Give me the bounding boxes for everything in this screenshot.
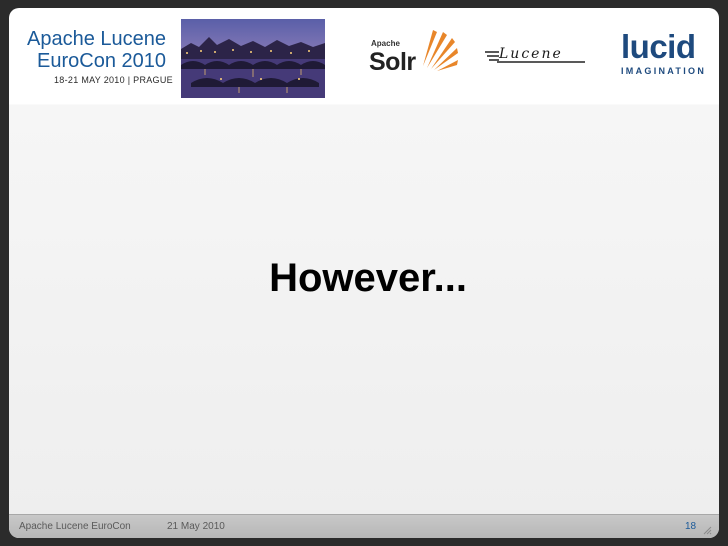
- resize-grip-icon: [703, 526, 712, 535]
- lucid-subtitle: IMAGINATION: [621, 66, 707, 76]
- conference-title-line1: Apache Lucene: [27, 28, 167, 50]
- prague-bridges-photo: [181, 19, 325, 98]
- footer-conference: Apache Lucene EuroCon: [19, 521, 131, 532]
- lucene-wordmark: Lucene: [499, 46, 563, 62]
- slide-footer: Apache Lucene EuroCon 21 May 2010 18: [9, 514, 719, 538]
- footer-date: 21 May 2010: [167, 521, 225, 532]
- solr-sun-icon: [423, 30, 458, 71]
- solr-apache-label: Apache: [371, 39, 400, 48]
- slide: Apache Lucene EuroCon 2010 18-21 MAY 201…: [9, 8, 719, 538]
- conference-dates: 18-21 MAY 2010 | PRAGUE: [54, 75, 173, 85]
- solr-wordmark: Solr: [369, 48, 416, 76]
- solr-logo: Apache Solr: [369, 26, 459, 86]
- conference-title-line2: EuroCon 2010: [37, 50, 166, 72]
- lucid-wordmark: lucid: [621, 28, 696, 65]
- lucid-imagination-logo: lucid IMAGINATION: [621, 30, 713, 90]
- conference-logo: Apache Lucene EuroCon 2010 18-21 MAY 201…: [27, 28, 177, 85]
- footer-page-number: 18: [685, 521, 697, 532]
- slide-header: Apache Lucene EuroCon 2010 18-21 MAY 201…: [9, 8, 719, 104]
- lucene-logo: Lucene: [485, 44, 587, 68]
- slide-title: However...: [269, 256, 467, 300]
